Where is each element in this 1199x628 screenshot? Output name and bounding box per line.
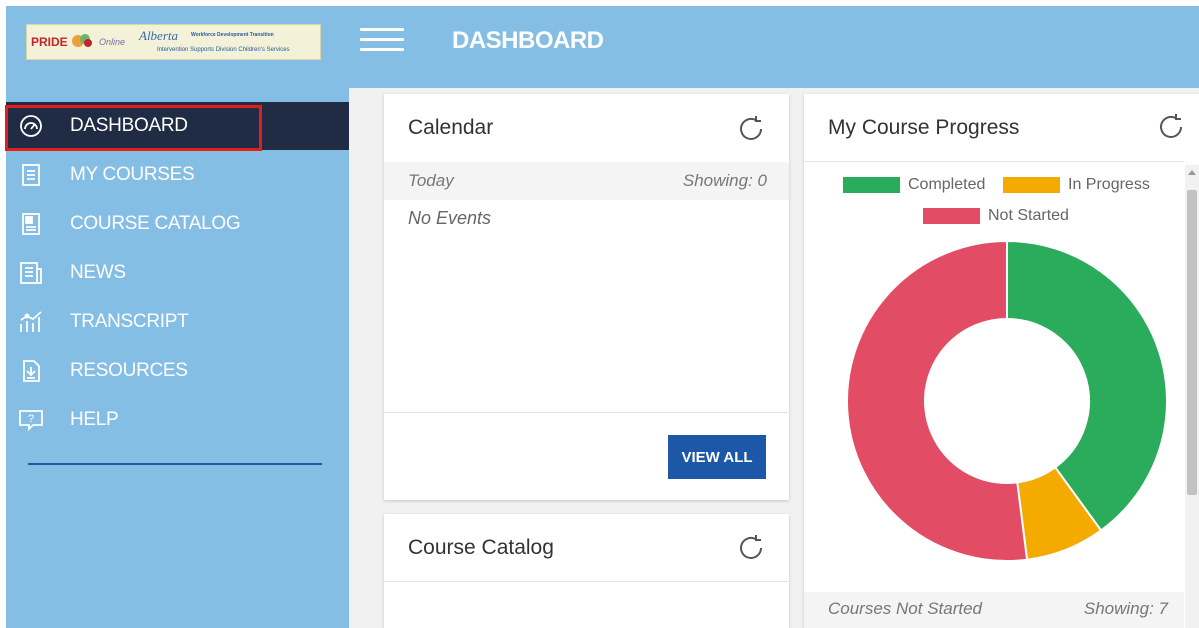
legend-in-progress[interactable]: In Progress — [1003, 176, 1150, 194]
course-progress-title: My Course Progress — [828, 116, 1020, 139]
sidebar-item-transcript[interactable]: TRANSCRIPT — [6, 298, 349, 346]
legend-label: Completed — [908, 176, 986, 193]
course-progress-donut-chart — [845, 239, 1168, 562]
sidebar-item-news[interactable]: NEWS — [6, 249, 349, 297]
refresh-icon[interactable] — [736, 533, 766, 563]
legend-not-started[interactable]: Not Started — [923, 207, 1069, 225]
course-progress-footer: Courses Not Started Showing: 7 — [804, 592, 1184, 628]
legend-completed[interactable]: Completed — [843, 176, 985, 194]
view-all-button[interactable]: VIEW ALL — [668, 435, 766, 479]
logo-alberta-text: Alberta — [139, 28, 178, 43]
sidebar-item-label: DASHBOARD — [70, 115, 188, 136]
legend-swatch-completed — [843, 177, 900, 193]
hamburger-menu-icon[interactable] — [360, 28, 404, 56]
news-icon — [18, 260, 44, 286]
legend-swatch-in-progress — [1003, 177, 1060, 193]
catalog-icon — [18, 211, 44, 237]
sidebar: DASHBOARD MY COURSES COURSE CATALOG NEWS — [6, 88, 349, 628]
sidebar-divider — [28, 463, 322, 465]
logo-pride-text: PRIDE — [31, 35, 68, 49]
refresh-icon[interactable] — [1156, 112, 1186, 142]
course-progress-card: My Course Progress Completed In Progress… — [804, 94, 1199, 628]
download-file-icon — [18, 358, 44, 384]
heart-logo-icon — [72, 34, 92, 47]
chart-growth-icon — [18, 309, 44, 335]
sidebar-item-label: NEWS — [70, 262, 126, 283]
sidebar-item-dashboard[interactable]: DASHBOARD — [6, 102, 349, 150]
page-title: DASHBOARD — [452, 27, 604, 54]
logo-online-text: Online — [99, 37, 126, 47]
svg-text:?: ? — [28, 413, 34, 425]
logo-tagline-2: Intervention Supports Division Children'… — [157, 47, 290, 53]
progress-showing-count: Showing: 7 — [1083, 599, 1168, 618]
course-progress-divider — [804, 161, 1184, 162]
sidebar-item-label: HELP — [70, 409, 119, 430]
sidebar-item-label: TRANSCRIPT — [70, 311, 189, 332]
sidebar-item-my-courses[interactable]: MY COURSES — [6, 151, 349, 199]
help-chat-icon: ? — [18, 407, 44, 433]
refresh-icon[interactable] — [736, 114, 766, 144]
sidebar-item-course-catalog[interactable]: COURSE CATALOG — [6, 200, 349, 248]
sidebar-item-help[interactable]: ? HELP — [6, 396, 349, 444]
calendar-footer-divider — [384, 412, 789, 413]
course-catalog-card: Course Catalog — [384, 514, 789, 628]
calendar-empty-message: No Events — [408, 208, 492, 228]
sidebar-item-label: COURSE CATALOG — [70, 213, 241, 234]
course-catalog-title: Course Catalog — [408, 536, 554, 559]
scrollbar-thumb[interactable] — [1187, 190, 1197, 495]
sidebar-item-label: RESOURCES — [70, 360, 188, 381]
sidebar-item-label: MY COURSES — [70, 164, 195, 185]
pride-online-logo[interactable]: PRIDE Online Alberta Workforce Developme… — [26, 24, 321, 60]
legend-swatch-not-started — [923, 208, 980, 224]
progress-footer-label: Courses Not Started — [828, 599, 983, 618]
legend-label: In Progress — [1068, 176, 1150, 193]
calendar-title: Calendar — [408, 116, 494, 139]
calendar-today-label: Today — [408, 171, 454, 190]
donut-slice-not-started[interactable] — [845, 239, 1029, 562]
logo-tagline-1: Workforce Development Transition — [191, 32, 274, 38]
document-list-icon — [18, 162, 44, 188]
speedometer-icon — [18, 113, 44, 139]
course-catalog-divider — [384, 581, 789, 582]
sidebar-item-resources[interactable]: RESOURCES — [6, 347, 349, 395]
calendar-subbar: Today Showing: 0 — [384, 162, 789, 200]
legend-label: Not Started — [988, 207, 1069, 224]
calendar-showing-count: Showing: 0 — [682, 171, 767, 190]
scroll-up-arrow-icon[interactable] — [1188, 170, 1196, 175]
